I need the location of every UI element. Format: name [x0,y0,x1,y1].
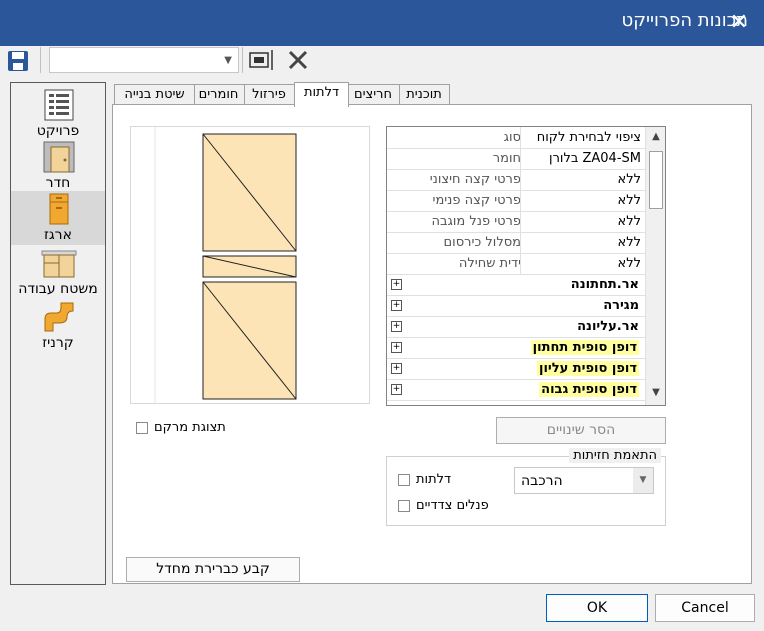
group-label: אר.עליונה [577,319,639,334]
vertical-scrollbar[interactable]: ▲ ▼ [645,127,665,405]
expand-icon[interactable]: + [391,321,402,332]
side-panels-label: פנלים צדדיים [416,498,489,513]
doors-checkbox[interactable] [398,474,410,486]
cancel-button[interactable]: Cancel [655,594,755,622]
tab-strip: תוכנית חריצים דלתות פירזול חומרים שיטת ב… [114,82,452,107]
side-panels-checkbox[interactable] [398,500,410,512]
property-group[interactable]: + אר.תחתונה [387,274,645,296]
cabinet-icon [41,193,77,225]
sidebar-item-room[interactable]: חדר [11,139,105,193]
sidebar-item-label: פרויקט [36,123,80,139]
tab-hardware[interactable]: פירזול [242,84,296,106]
save-icon[interactable] [6,49,32,75]
room-icon [41,141,77,173]
scroll-up-icon[interactable]: ▲ [649,131,663,145]
property-name: מסלול כירסום [443,235,521,250]
property-group[interactable]: + דופן סופית גבוה [387,379,645,401]
revert-changes-button[interactable]: הסר שינויים [496,417,666,444]
property-value[interactable]: ללא [520,211,645,232]
property-group[interactable]: + מגירה [387,295,645,317]
ok-button[interactable]: OK [546,594,648,622]
tab-materials[interactable]: חומרים [192,84,245,106]
group-label: דופן סופית גבוה [539,382,639,397]
countertop-icon [41,247,77,279]
expand-icon[interactable]: + [391,300,402,311]
assembly-select[interactable]: הרכבה ▼ [514,467,654,494]
sidebar-item-label: חדר [45,175,71,191]
property-row[interactable]: פרטי פנל מוגבה ללא [387,211,645,233]
property-name: ידית שחילה [458,256,521,271]
group-label: אר.תחתונה [570,277,639,292]
property-name: פרטי פנל מוגבה [431,214,521,229]
property-value[interactable]: ללא [520,253,645,274]
cornice-icon [41,301,77,333]
property-value[interactable]: ציפוי לבחירת לקוח [520,127,645,148]
property-row[interactable]: סוג ציפוי לבחירת לקוח [387,127,645,149]
property-row[interactable]: חומר בלורן ZA04-SM [387,148,645,170]
toolbar-separator [242,47,243,73]
property-name: פרטי קצה חיצוני [429,172,521,187]
property-group[interactable]: + דופן סופית תחתון [387,337,645,359]
sidebar-item-label: ארגז [44,227,72,243]
property-row[interactable]: פרטי קצה פנימי ללא [387,190,645,212]
tab-plan[interactable]: תוכנית [398,84,450,106]
sidebar: פרויקט חדר ארגז משטח עבודה קרניז [10,82,106,585]
texture-view-checkbox[interactable] [136,422,148,434]
property-group[interactable]: + דופן סופית עליון [387,358,645,380]
property-row[interactable]: פרטי קצה חיצוני ללא [387,169,645,191]
sidebar-item-cabinet[interactable]: ארגז [11,191,105,245]
set-default-button[interactable]: קבע כברירת מחדל [126,557,300,582]
door-preview [130,126,370,404]
sidebar-item-label: קרניז [42,335,74,351]
close-icon[interactable]: ✕ [724,8,754,38]
assembly-select-value: הרכבה [521,473,563,489]
property-group[interactable]: + אר.עליונה [387,316,645,338]
chevron-down-icon: ▼ [224,55,232,66]
scroll-thumb[interactable] [649,151,663,209]
texture-view-label: תצוגת מרקם [154,420,226,435]
tab-construction[interactable]: שיטת בנייה [114,84,195,106]
property-value[interactable]: בלורן ZA04-SM [520,148,645,169]
toolbar-combo[interactable]: ▼ [49,47,239,73]
sidebar-item-label: משטח עבודה [18,281,98,297]
property-name: חומר [492,151,521,166]
property-value[interactable]: ללא [520,190,645,211]
delete-icon[interactable] [286,48,312,74]
property-value[interactable]: ללא [520,232,645,253]
layout-icon[interactable] [248,48,276,74]
expand-icon[interactable]: + [391,384,402,395]
tab-doors[interactable]: דלתות [294,82,349,107]
doors-label: דלתות [416,472,452,487]
property-row[interactable]: מסלול כירסום ללא [387,232,645,254]
sidebar-item-cornice[interactable]: קרניז [11,299,105,353]
property-name: סוג [503,130,521,145]
scroll-down-icon[interactable]: ▼ [649,387,663,401]
property-grid[interactable]: סוג ציפוי לבחירת לקוח חומר בלורן ZA04-SM… [386,126,666,406]
tab-grooves[interactable]: חריצים [346,84,400,106]
group-label: מגירה [603,298,639,313]
expand-icon[interactable]: + [391,279,402,290]
property-value[interactable]: ללא [520,169,645,190]
group-label: דופן סופית עליון [536,361,639,376]
sidebar-item-project[interactable]: פרויקט [11,87,105,141]
group-label: דופן סופית תחתון [530,340,639,355]
sidebar-item-countertop[interactable]: משטח עבודה [11,245,105,299]
property-row[interactable]: ידית שחילה ללא [387,253,645,275]
facade-match-title: התאמת חזיתות [569,448,661,463]
expand-icon[interactable]: + [391,342,402,353]
property-name: פרטי קצה פנימי [432,193,521,208]
project-sheet-icon [41,89,77,121]
toolbar-separator [40,47,41,73]
chevron-down-icon[interactable]: ▼ [633,468,653,493]
expand-icon[interactable]: + [391,363,402,374]
